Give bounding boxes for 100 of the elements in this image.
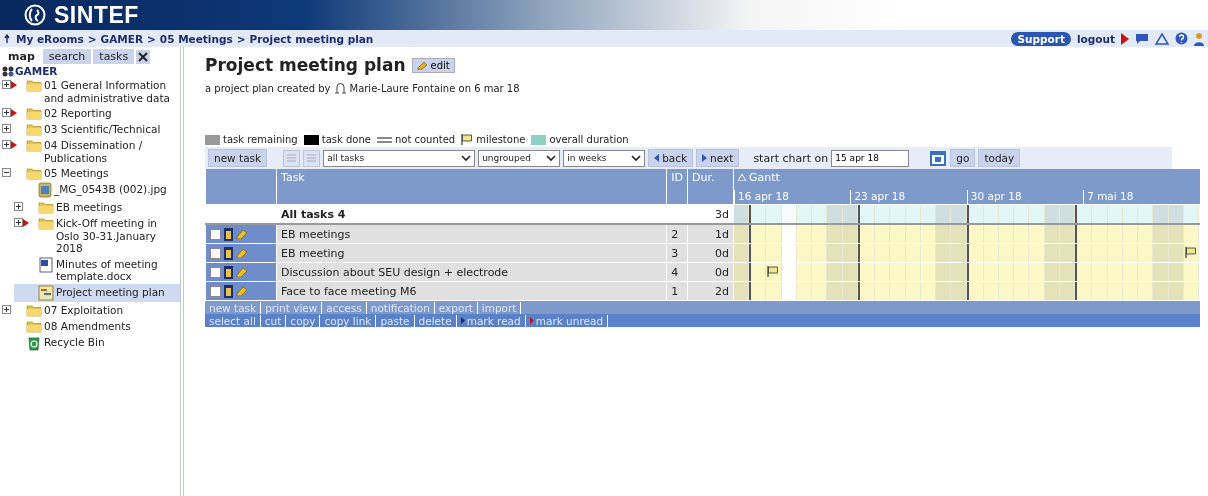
- expand-icon[interactable]: [14, 202, 23, 211]
- tree-item[interactable]: Recycle Bin: [2, 333, 180, 352]
- grouping-dropdown[interactable]: ungrouped: [478, 149, 561, 167]
- row-checkbox[interactable]: [210, 228, 221, 240]
- page-title: Project meeting plan: [205, 55, 406, 75]
- chevron-icon[interactable]: [631, 154, 642, 162]
- remaining-swatch: [205, 134, 220, 145]
- legend-label: task remaining: [223, 134, 298, 145]
- triangle-icon[interactable]: [460, 317, 465, 324]
- chevron-icon[interactable]: [461, 154, 472, 162]
- cluster-icon: [2, 65, 14, 77]
- today-button[interactable]: today: [978, 149, 1021, 167]
- start-chart-label: start chart on: [753, 151, 829, 165]
- summary-task-cell: All tasks 4: [276, 204, 667, 224]
- edit-button[interactable]: edit: [411, 57, 455, 73]
- tree-item[interactable]: _MG_0543B (002).jpg: [14, 181, 180, 199]
- tree-item[interactable]: 03 Scientific/Technical: [2, 121, 180, 137]
- tree-item[interactable]: Minutes of meeting template.docx: [14, 255, 180, 284]
- tree-root[interactable]: GAMER: [15, 65, 58, 77]
- breadcrumb-link[interactable]: 05 Meetings: [159, 32, 233, 45]
- calendar-icon[interactable]: [929, 149, 948, 167]
- pencil-icon[interactable]: [416, 60, 429, 70]
- legend-label: not counted: [394, 134, 456, 145]
- overall-swatch: [531, 134, 547, 145]
- legend-label: overall duration: [549, 134, 629, 145]
- duration-cell: 3d: [687, 204, 734, 224]
- logo-icon: [24, 4, 46, 26]
- speech-bubble-icon[interactable]: [1135, 32, 1149, 45]
- sidebar-tab[interactable]: search: [42, 49, 92, 64]
- sidebar-tab[interactable]: tasks: [93, 49, 135, 64]
- legend-label: milestone: [476, 134, 526, 145]
- filter-dropdown[interactable]: all tasks: [323, 149, 476, 167]
- author-text: Marie-Laure Fontaine on 6 mar 18: [349, 83, 520, 94]
- logo-text: SINTEF: [54, 1, 139, 29]
- folder-icon: [26, 166, 42, 180]
- right-arrow-icon[interactable]: [702, 154, 708, 162]
- collapse-icon[interactable]: [2, 168, 11, 177]
- expand-icon[interactable]: [2, 140, 11, 149]
- sort-icon[interactable]: [738, 174, 746, 181]
- expand-icon[interactable]: [14, 218, 23, 227]
- person-icon[interactable]: [1194, 31, 1204, 46]
- back-button[interactable]: back: [648, 149, 694, 167]
- new-task-button[interactable]: new task: [208, 149, 268, 167]
- logout-link[interactable]: logout: [1076, 32, 1115, 45]
- striped-swatch: [376, 134, 392, 145]
- scale-dropdown[interactable]: in weeks: [563, 149, 646, 167]
- tree-item[interactable]: Project meeting plan: [14, 283, 180, 302]
- expand-icon[interactable]: [2, 80, 11, 89]
- folder-icon: [38, 216, 54, 230]
- image-file-icon: [38, 182, 52, 198]
- user-icon: [334, 83, 346, 94]
- milestone-flag-icon: [461, 134, 474, 145]
- tree-item[interactable]: 01 General Information and administrative data: [2, 77, 180, 105]
- folder-icon: [26, 78, 42, 92]
- left-arrow-icon[interactable]: [654, 154, 660, 162]
- folder-icon: [26, 122, 42, 136]
- breadcrumb-separator: >: [147, 32, 156, 45]
- folder-icon: [26, 318, 42, 333]
- tree-item[interactable]: 07 Exploitation: [2, 301, 180, 318]
- help-icon[interactable]: [1175, 32, 1188, 45]
- milestone-flag-icon: [1184, 247, 1197, 258]
- task-icon[interactable]: [224, 284, 233, 298]
- document-icon: [38, 256, 54, 273]
- recycle-bin-icon: [26, 334, 42, 351]
- folder-icon: [38, 200, 54, 214]
- tree-item[interactable]: EB meetings: [14, 199, 180, 215]
- byline-text: a project plan created by: [205, 83, 331, 94]
- chevron-icon[interactable]: [546, 154, 557, 162]
- support-button[interactable]: Support: [1011, 31, 1071, 46]
- breadcrumb-link[interactable]: Project meeting plan: [249, 32, 374, 45]
- breadcrumb-link[interactable]: GAMER: [100, 32, 144, 45]
- task-icon[interactable]: [224, 265, 233, 279]
- up-arrow-icon[interactable]: [4, 33, 12, 44]
- row-checkbox[interactable]: [210, 285, 221, 297]
- row-checkbox[interactable]: [210, 247, 221, 259]
- folder-icon: [26, 138, 42, 152]
- plan-icon: [38, 284, 54, 301]
- legend-label: task done: [321, 134, 371, 145]
- warning-icon[interactable]: [1155, 32, 1169, 45]
- milestone-flag-icon: [767, 266, 780, 277]
- task-icon[interactable]: [224, 246, 233, 260]
- go-button[interactable]: go: [950, 149, 976, 167]
- breadcrumb-separator: >: [87, 32, 97, 45]
- close-icon[interactable]: [136, 49, 151, 64]
- done-swatch: [303, 134, 319, 145]
- next-button[interactable]: next: [696, 149, 740, 167]
- triangle-icon[interactable]: [1121, 32, 1129, 45]
- expand-icon[interactable]: [2, 108, 11, 117]
- row-checkbox[interactable]: [210, 266, 221, 278]
- breadcrumb-link[interactable]: My eRooms: [16, 32, 84, 45]
- start-date-field[interactable]: 15 apr 18: [831, 149, 910, 167]
- tree-item[interactable]: 04 Dissemination / Publications: [2, 137, 180, 165]
- tree-item[interactable]: Kick-Off meeting in Oslo 30-31.January 2018: [14, 215, 180, 256]
- folder-icon: [26, 106, 42, 120]
- task-icon[interactable]: [224, 227, 233, 241]
- expand-icon[interactable]: [2, 304, 11, 314]
- tree-item[interactable]: 02 Reporting: [2, 105, 180, 121]
- expand-icon[interactable]: [2, 124, 11, 133]
- tree-item[interactable]: 05 Meetings: [2, 165, 180, 181]
- tree-item[interactable]: 08 Amendments: [2, 317, 180, 334]
